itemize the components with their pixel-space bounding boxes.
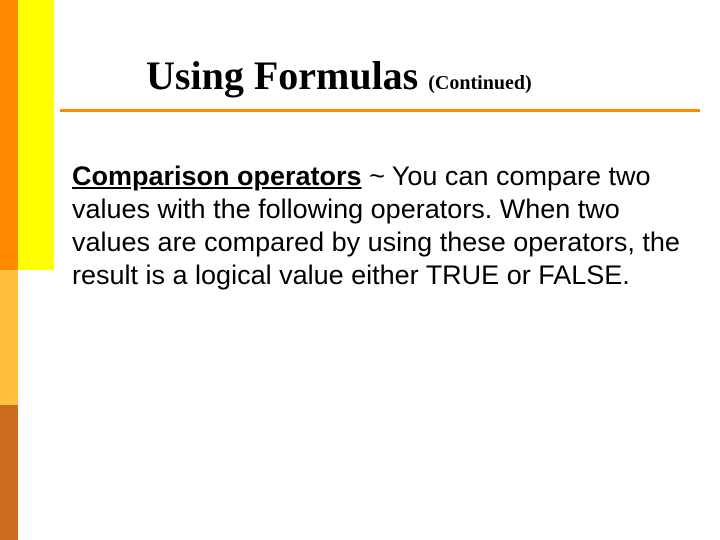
title-main: Using Formulas: [146, 53, 418, 98]
body-separator: ~: [362, 161, 392, 191]
title-continued: (Continued): [428, 72, 531, 94]
stripe-segment: [0, 270, 18, 405]
stripe-segment: [0, 135, 18, 270]
body-term: Comparison operators: [72, 161, 362, 191]
stripe-segment: [18, 0, 54, 270]
side-stripe: [0, 0, 54, 540]
stripe-segment: [0, 405, 18, 540]
slide-body: Comparison operators ~ You can compare t…: [72, 160, 688, 292]
slide-title: Using Formulas (Continued): [60, 52, 700, 112]
stripe-segment: [0, 0, 18, 135]
